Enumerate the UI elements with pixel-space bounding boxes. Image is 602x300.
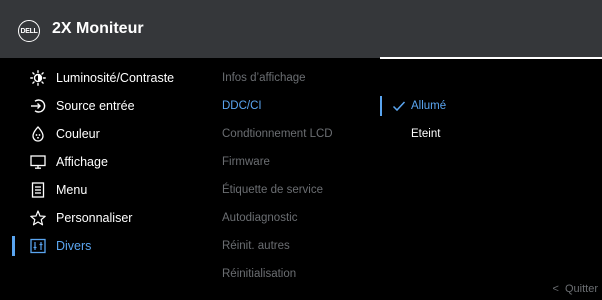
menu-item-color[interactable]: Couleur xyxy=(0,120,210,148)
title-bar: DELL 2X Moniteur xyxy=(0,0,602,58)
option-on[interactable]: Allumé xyxy=(380,92,602,120)
menu-item-label: Affichage xyxy=(56,155,108,169)
submenu-item-service-tag[interactable]: Étiquette de service xyxy=(222,176,382,204)
chevron-left-icon: < xyxy=(552,283,559,295)
submenu-item-self-diagnostic[interactable]: Autodiagnostic xyxy=(222,204,382,232)
monitor-osd: DELL 2X Moniteur Luminosité/Contraste So… xyxy=(0,0,602,300)
submenu-item-reset-others[interactable]: Réinit. autres xyxy=(222,232,382,260)
selection-indicator xyxy=(12,236,15,256)
menu-item-personalize[interactable]: Personnaliser xyxy=(0,204,210,232)
brightness-icon xyxy=(30,70,46,86)
input-source-icon xyxy=(30,98,46,114)
display-icon xyxy=(30,154,46,170)
quit-button[interactable]: < Quitter xyxy=(553,283,598,295)
color-palette-icon xyxy=(30,126,46,142)
menu-item-others[interactable]: Divers xyxy=(0,232,210,260)
quit-label: Quitter xyxy=(564,283,598,295)
star-icon xyxy=(30,210,46,226)
submenu-item-factory-reset[interactable]: Réinitialisation xyxy=(222,260,382,288)
menu-item-brightness-contrast[interactable]: Luminosité/Contraste xyxy=(0,64,210,92)
menu-document-icon xyxy=(30,182,46,198)
menu-item-label: Personnaliser xyxy=(56,211,133,225)
options-divider xyxy=(380,57,602,59)
option-label: Eteint xyxy=(411,128,441,140)
menu-item-display[interactable]: Affichage xyxy=(0,148,210,176)
monitor-title: 2X Moniteur xyxy=(52,20,144,37)
option-off[interactable]: Eteint xyxy=(380,120,602,148)
menu-item-input-source[interactable]: Source entrée xyxy=(0,92,210,120)
dell-logo: DELL xyxy=(18,20,40,42)
submenu-item-display-info[interactable]: Infos d’affichage xyxy=(222,64,382,92)
menu-item-label: Menu xyxy=(56,183,88,197)
option-label: Allumé xyxy=(411,100,447,112)
menu-item-label: Source entrée xyxy=(56,99,135,113)
menu-item-label: Divers xyxy=(56,239,92,253)
menu-item-label: Couleur xyxy=(56,127,100,141)
submenu-item-lcd-conditioning[interactable]: Condtionnement LCD xyxy=(222,120,382,148)
settings-sliders-icon xyxy=(30,238,46,254)
submenu-item-ddc-ci[interactable]: DDC/CI xyxy=(222,92,382,120)
option-selection-indicator xyxy=(380,96,382,116)
checkmark-icon xyxy=(392,101,406,112)
menu-item-menu[interactable]: Menu xyxy=(0,176,210,204)
submenu-item-firmware[interactable]: Firmware xyxy=(222,148,382,176)
menu-item-label: Luminosité/Contraste xyxy=(56,71,175,85)
